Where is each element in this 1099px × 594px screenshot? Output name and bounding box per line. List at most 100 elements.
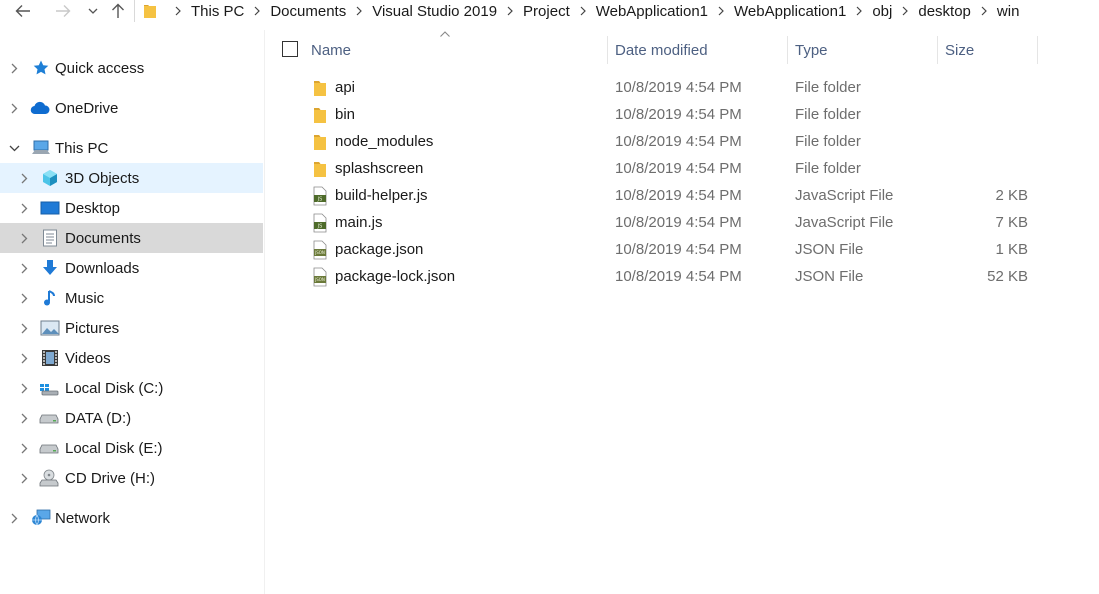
breadcrumb-separator[interactable] — [346, 6, 372, 16]
nav-item-music[interactable]: Music — [0, 283, 263, 313]
breadcrumb-separator[interactable] — [892, 6, 918, 16]
breadcrumb-separator[interactable] — [497, 6, 523, 16]
chevron-right-icon[interactable] — [8, 102, 20, 114]
breadcrumb-separator[interactable] — [846, 6, 872, 16]
file-type: JSON File — [795, 241, 864, 258]
computer-icon — [31, 138, 51, 158]
breadcrumb-separator[interactable] — [971, 6, 997, 16]
nav-item-pictures[interactable]: Pictures — [0, 313, 263, 343]
breadcrumb-webapplication1-inner[interactable]: WebApplication1 — [734, 3, 846, 20]
windows-drive-icon — [39, 378, 59, 398]
documents-icon — [40, 228, 60, 248]
up-button[interactable] — [108, 0, 128, 22]
chevron-right-icon[interactable] — [8, 62, 20, 74]
file-row[interactable]: node_modules 10/8/2019 4:54 PM File fold… — [300, 128, 1040, 155]
file-row[interactable]: JS main.js 10/8/2019 4:54 PM JavaScript … — [300, 209, 1040, 236]
cd-drive-icon — [39, 468, 59, 488]
file-size — [928, 101, 1028, 128]
chevron-right-icon[interactable] — [18, 322, 30, 334]
chevron-down-icon — [88, 8, 98, 14]
breadcrumb-separator[interactable] — [244, 6, 270, 16]
nav-item-local-disk-c[interactable]: Local Disk (C:) — [0, 373, 263, 403]
chevron-right-icon[interactable] — [18, 232, 30, 244]
nav-label: DATA (D:) — [65, 409, 132, 427]
file-row[interactable]: JS build-helper.js 10/8/2019 4:54 PM Jav… — [300, 182, 1040, 209]
nav-item-onedrive[interactable]: OneDrive — [0, 93, 263, 123]
network-icon — [31, 508, 51, 528]
back-button[interactable] — [8, 0, 38, 22]
nav-item-network[interactable]: Network — [0, 503, 263, 533]
column-header-type[interactable]: Type — [795, 36, 935, 64]
file-name: bin — [335, 106, 356, 123]
column-header-size[interactable]: Size — [945, 36, 1035, 64]
breadcrumb-separator[interactable] — [165, 6, 191, 16]
file-type: File folder — [795, 160, 861, 177]
chevron-right-icon[interactable] — [8, 512, 20, 524]
chevron-right-icon[interactable] — [18, 472, 30, 484]
videos-icon — [40, 348, 60, 368]
column-header-name[interactable]: Name — [311, 36, 606, 64]
column-divider[interactable] — [607, 36, 608, 64]
breadcrumb-documents[interactable]: Documents — [270, 3, 346, 20]
file-row[interactable]: JSON package-lock.json 10/8/2019 4:54 PM… — [300, 263, 1040, 290]
breadcrumb-separator[interactable] — [570, 6, 596, 16]
chevron-right-icon[interactable] — [18, 442, 30, 454]
nav-item-local-disk-e[interactable]: Local Disk (E:) — [0, 433, 263, 463]
file-type: File folder — [795, 106, 861, 123]
column-divider[interactable] — [787, 36, 788, 64]
address-bar[interactable]: This PC Documents Visual Studio 2019 Pro… — [134, 0, 1099, 22]
breadcrumb-obj[interactable]: obj — [872, 3, 892, 20]
breadcrumb-win[interactable]: win — [997, 3, 1020, 20]
chevron-right-icon[interactable] — [18, 172, 30, 184]
file-name: node_modules — [335, 133, 434, 150]
file-size: 7 KB — [995, 214, 1028, 231]
json-file-icon-label: JSON — [314, 250, 325, 255]
chevron-right-icon[interactable] — [18, 352, 30, 364]
nav-label: Local Disk (C:) — [65, 379, 164, 397]
chevron-right-icon[interactable] — [18, 202, 30, 214]
file-date: 10/8/2019 4:54 PM — [615, 241, 742, 258]
breadcrumb-webapplication1[interactable]: WebApplication1 — [596, 3, 708, 20]
file-row[interactable]: JSON package.json 10/8/2019 4:54 PM JSON… — [300, 236, 1040, 263]
cloud-icon — [30, 98, 50, 118]
recent-locations-button[interactable] — [84, 0, 102, 22]
chevron-right-icon[interactable] — [18, 292, 30, 304]
nav-label: Documents — [65, 229, 141, 247]
nav-item-quick-access[interactable]: Quick access — [0, 53, 263, 83]
file-date: 10/8/2019 4:54 PM — [615, 79, 742, 96]
chevron-right-icon[interactable] — [18, 382, 30, 394]
nav-item-documents[interactable]: Documents — [0, 223, 263, 253]
file-type: JavaScript File — [795, 214, 894, 231]
breadcrumb-separator[interactable] — [708, 6, 734, 16]
file-date: 10/8/2019 4:54 PM — [615, 160, 742, 177]
file-row[interactable]: splashscreen 10/8/2019 4:54 PM File fold… — [300, 155, 1040, 182]
breadcrumb-desktop[interactable]: desktop — [918, 3, 971, 20]
chevron-down-icon[interactable] — [8, 142, 20, 154]
column-divider[interactable] — [1037, 36, 1038, 64]
address-toolbar: This PC Documents Visual Studio 2019 Pro… — [0, 0, 1099, 22]
file-type: JavaScript File — [795, 187, 894, 204]
nav-item-3d-objects[interactable]: 3D Objects — [0, 163, 263, 193]
file-row[interactable]: api 10/8/2019 4:54 PM File folder — [300, 74, 1040, 101]
chevron-right-icon[interactable] — [18, 262, 30, 274]
column-header-date[interactable]: Date modified — [615, 36, 785, 64]
breadcrumb-visual-studio[interactable]: Visual Studio 2019 — [372, 3, 497, 20]
nav-item-videos[interactable]: Videos — [0, 343, 263, 373]
breadcrumb-project[interactable]: Project — [523, 3, 570, 20]
nav-item-cd-drive-h[interactable]: CD Drive (H:) — [0, 463, 263, 493]
forward-button[interactable] — [48, 0, 78, 22]
nav-label: Downloads — [65, 259, 140, 277]
nav-item-data-d[interactable]: DATA (D:) — [0, 403, 263, 433]
column-divider[interactable] — [937, 36, 938, 64]
file-row[interactable]: bin 10/8/2019 4:54 PM File folder — [300, 101, 1040, 128]
nav-label: 3D Objects — [65, 169, 140, 187]
breadcrumb-this-pc[interactable]: This PC — [191, 3, 244, 20]
select-all-checkbox[interactable] — [282, 41, 298, 57]
nav-item-downloads[interactable]: Downloads — [0, 253, 263, 283]
nav-item-this-pc[interactable]: This PC — [0, 133, 263, 163]
file-size: 52 KB — [987, 268, 1028, 285]
json-file-icon: JSON — [313, 240, 327, 260]
pane-splitter[interactable] — [264, 30, 265, 594]
chevron-right-icon[interactable] — [18, 412, 30, 424]
nav-item-desktop[interactable]: Desktop — [0, 193, 263, 223]
